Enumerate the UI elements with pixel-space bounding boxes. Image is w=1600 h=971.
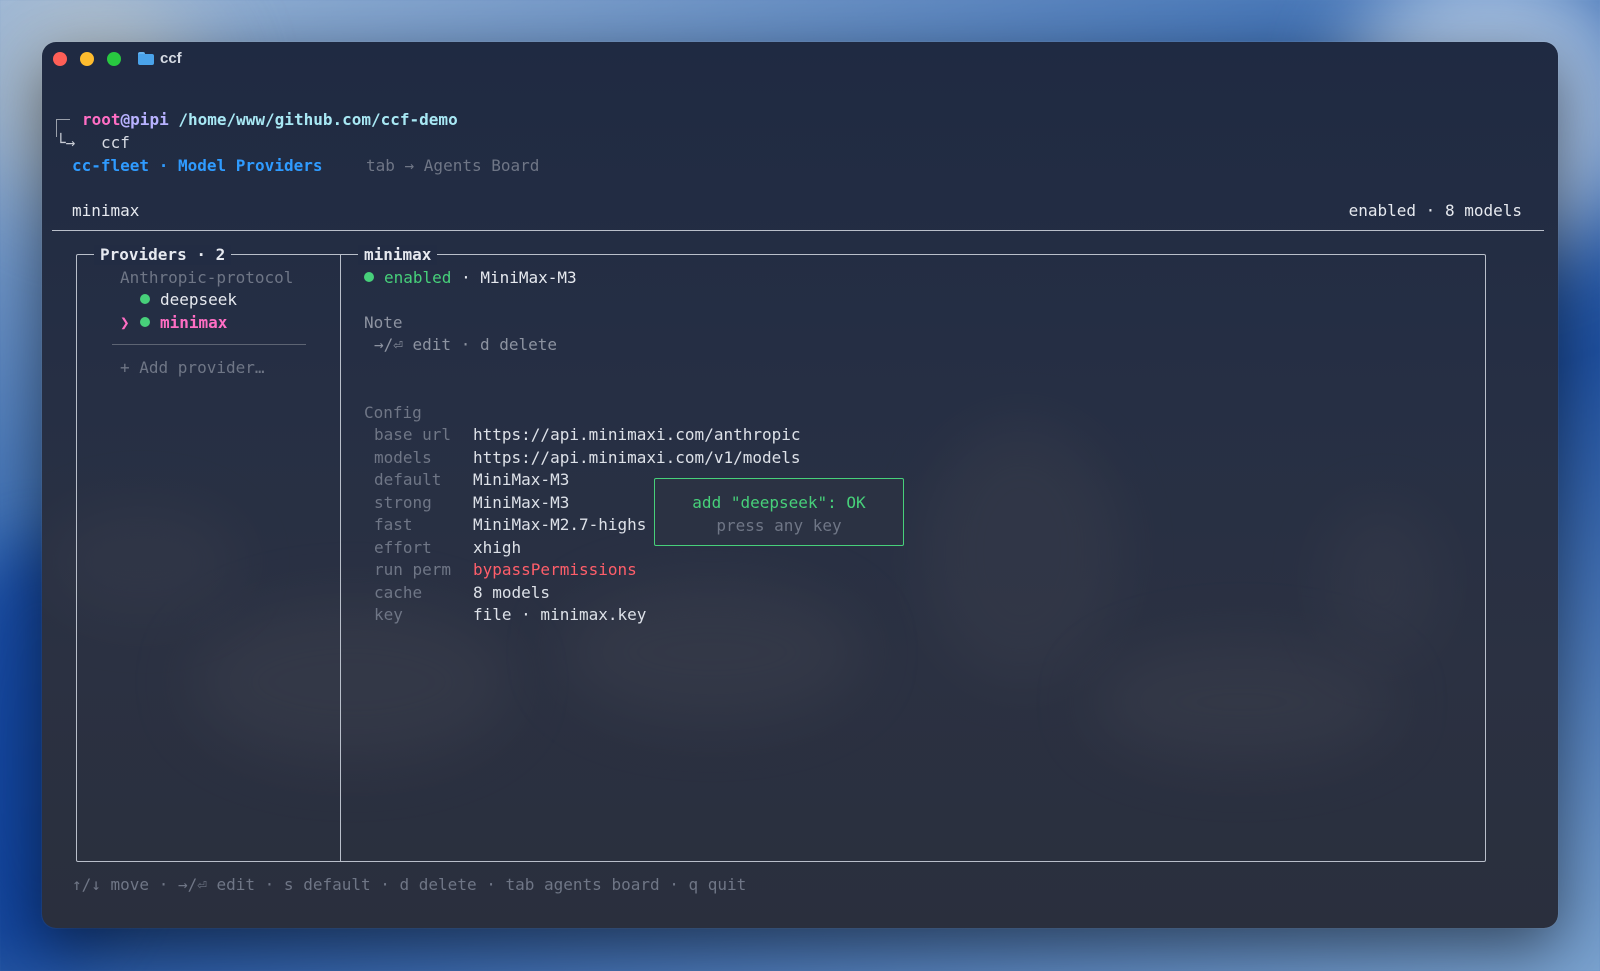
provider-item-minimax[interactable]: minimax — [140, 313, 227, 333]
folder-icon — [138, 52, 154, 65]
config-value-strong: MiniMax-M3 — [473, 493, 570, 512]
status-provider-name: minimax — [72, 201, 140, 220]
providers-title: Providers · 2 — [94, 245, 232, 265]
detail-title: minimax — [358, 245, 438, 265]
config-key: default — [374, 470, 442, 489]
minimize-window-button[interactable] — [80, 52, 94, 66]
config-value-base-url: https://api.minimaxi.com/anthropic — [473, 425, 801, 444]
config-value-default: MiniMax-M3 — [473, 470, 570, 489]
keybinding-footer: ↑/↓ move · →/⏎ edit · s default · d dele… — [72, 875, 747, 894]
prompt-host: pipi — [130, 110, 169, 129]
toast-hint: press any key — [716, 516, 842, 535]
prompt-line: root@pipi /home/www/github.com/ccf-demo — [82, 110, 458, 129]
config-value-key: file · minimax.key — [473, 605, 647, 624]
config-heading: Config — [364, 403, 422, 422]
config-value-effort: xhigh — [473, 538, 522, 557]
config-value-run-perm: bypassPermissions — [473, 560, 637, 579]
provider-group-label: Anthropic-protocol — [120, 268, 294, 287]
selection-cursor-icon: ❯ — [120, 313, 130, 332]
page-title: Model Providers — [177, 156, 323, 175]
close-window-button[interactable] — [53, 52, 67, 66]
prompt-arrow: └→ — [56, 133, 76, 152]
zoom-window-button[interactable] — [107, 52, 121, 66]
status-summary: enabled · 8 models — [1348, 201, 1522, 220]
app-name: cc-fleet — [72, 156, 150, 175]
config-key: strong — [374, 493, 432, 512]
provider-item-deepseek[interactable]: deepseek — [140, 290, 237, 310]
add-provider-button[interactable]: + Add provider… — [120, 358, 265, 378]
window-title: ccf — [160, 50, 182, 67]
detail-model: MiniMax-M3 — [480, 268, 577, 287]
status-dot-icon — [140, 316, 150, 327]
note-heading: Note — [364, 313, 403, 332]
panel-divider — [340, 254, 341, 862]
config-key: base url — [374, 425, 452, 444]
config-key: key — [374, 605, 403, 624]
config-value-fast: MiniMax-M2.7-highs — [473, 515, 647, 534]
prompt-user: root — [82, 110, 121, 129]
config-key: cache — [374, 583, 423, 602]
toast-dialog[interactable]: add "deepseek": OK press any key — [654, 478, 904, 546]
tab-hint[interactable]: tab → Agents Board — [366, 156, 539, 176]
prompt-command: ccf — [101, 133, 130, 152]
app-header: cc-fleet · Model Providers — [72, 156, 323, 175]
main-frame — [76, 254, 1486, 862]
detail-status: enabled — [384, 268, 452, 287]
config-key: run perm — [374, 560, 452, 579]
config-key: models — [374, 448, 432, 467]
config-key: effort — [374, 538, 432, 557]
config-value-cache: 8 models — [473, 583, 551, 602]
toast-message: add "deepseek": OK — [692, 493, 866, 512]
terminal-window: ccf root@pipi /home/www/github.com/ccf-d… — [42, 42, 1558, 928]
prompt-path: /home/www/github.com/ccf-demo — [178, 110, 458, 129]
detail-status-line: enabled · MiniMax-M3 — [364, 268, 577, 288]
status-divider — [52, 230, 1544, 231]
config-key: fast — [374, 515, 413, 534]
title-bar: ccf — [42, 42, 1558, 78]
providers-separator — [112, 344, 306, 345]
config-value-models: https://api.minimaxi.com/v1/models — [473, 448, 801, 467]
status-dot-icon — [140, 293, 150, 304]
note-edit-hint[interactable]: →/⏎ edit · d delete — [374, 335, 557, 355]
status-dot-icon — [364, 271, 374, 282]
